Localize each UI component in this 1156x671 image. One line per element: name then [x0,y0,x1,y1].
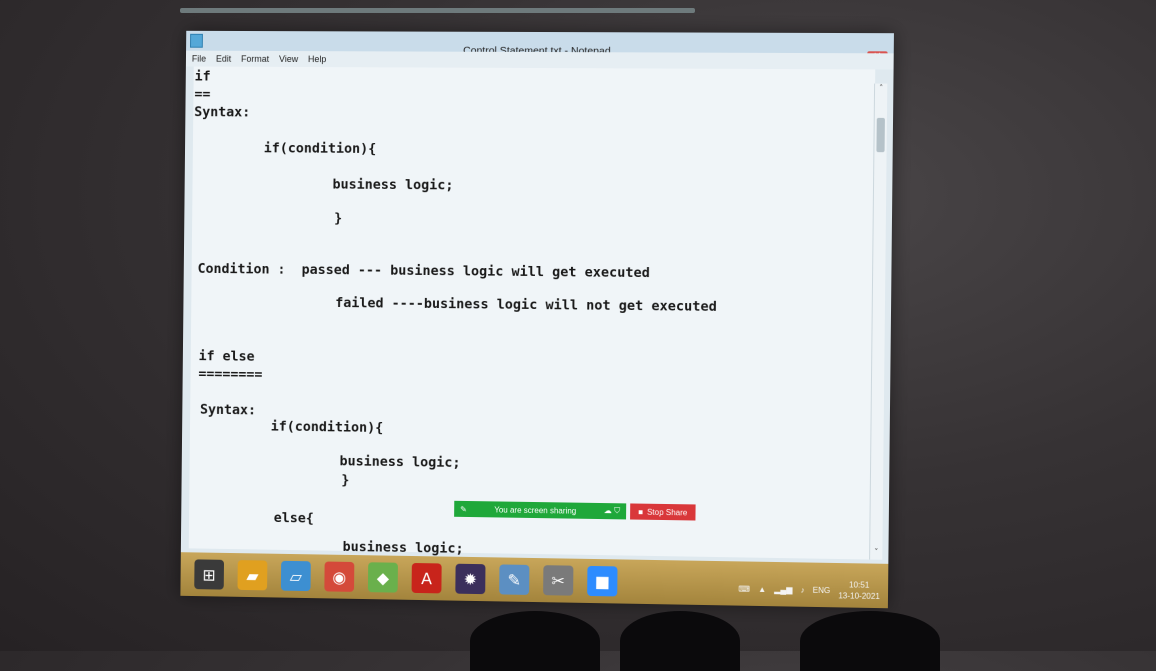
text-line: else{ [273,510,314,527]
volume-icon[interactable]: ♪ [800,585,804,594]
eclipse-icon[interactable]: ✹ [455,563,486,595]
projector-edge [180,8,695,13]
text-line: if(condition){ [263,140,377,157]
share-options-icon[interactable]: ☁ ⛉ [604,506,620,516]
clock-time: 10:51 [848,580,870,590]
system-tray: ⌨ ▲ ▂▄▆ ♪ ENG 10:51 13-10-2021 [738,577,880,602]
text-line: if else [198,348,255,365]
text-line: business logic; [332,176,454,194]
paint-icon[interactable]: ✎ [499,564,530,595]
file-explorer-icon[interactable]: ▰ [237,560,268,591]
stop-share-label: Stop Share [647,507,688,517]
audience-silhouette [800,611,940,671]
menu-help[interactable]: Help [308,54,326,64]
maps-icon[interactable]: ◆ [367,562,398,593]
acrobat-icon[interactable]: A [411,562,442,594]
text-line: if(condition){ [270,418,384,436]
text-line: Syntax: [194,104,251,121]
keyboard-icon[interactable]: ⌨ [738,584,750,593]
menu-view[interactable]: View [279,54,298,64]
menu-format[interactable]: Format [241,54,269,64]
menu-edit[interactable]: Edit [216,54,231,64]
text-line: Syntax: [199,401,257,419]
text-line: failed ----business logic will not get e… [335,295,717,315]
text-line: business logic; [339,453,461,471]
text-line: } [341,472,350,489]
scroll-down-icon[interactable]: ˅ [870,547,882,559]
scroll-thumb[interactable] [876,117,885,153]
text-line: if [194,68,211,85]
network-icon[interactable]: ▂▄▆ [774,585,792,594]
text-line: Condition : passed --- business logic wi… [197,260,650,282]
snipping-tool-icon[interactable]: ✂ [543,565,574,596]
windows-start-icon[interactable]: ⊞ [194,559,225,590]
text-line: } [334,210,343,227]
menu-file[interactable]: File [192,54,206,64]
audience-silhouette [620,611,740,671]
projected-screen: Control Statement.txt - Notepad – ▫ ✕ Fi… [180,30,894,609]
share-pin-icon: ✎ [460,504,467,514]
text-line: == [194,86,211,103]
audience-silhouette [470,611,600,671]
language-indicator[interactable]: ENG [813,585,831,594]
screen-share-status-text: You are screen sharing [494,504,577,516]
text-line: ======== [198,366,263,383]
scroll-up-icon[interactable]: ˄ [875,84,887,96]
clock[interactable]: 10:51 13-10-2021 [838,579,880,602]
stop-share-button[interactable]: ■ Stop Share [630,503,696,521]
clock-date: 13-10-2021 [838,591,880,602]
text-editor[interactable]: if == Syntax: if(condition){ business lo… [188,66,876,560]
zoom-icon[interactable]: ■ [587,565,618,597]
notepad-icon[interactable]: ▱ [280,560,311,592]
tray-expand-icon[interactable]: ▲ [758,584,766,593]
screen-share-status: ✎ You are screen sharing ☁ ⛉ [454,500,627,520]
chrome-icon[interactable]: ◉ [324,561,355,592]
stop-icon: ■ [638,507,644,517]
